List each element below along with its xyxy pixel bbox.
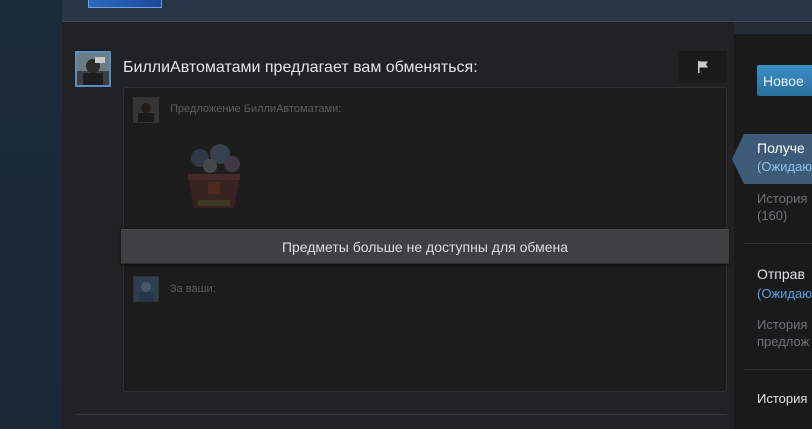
- items-unavailable-banner: Предметы больше не доступны для обмена: [121, 229, 729, 264]
- sent-offers-status: (Ожидаю: [757, 286, 812, 301]
- treasure-chest-icon: [188, 144, 240, 208]
- flag-icon: [698, 61, 708, 73]
- trade-history-link[interactable]: История: [757, 391, 812, 406]
- trade-item[interactable]: [170, 126, 258, 216]
- your-avatar: [133, 276, 159, 302]
- your-items-label: За ваши:: [170, 283, 216, 295]
- selected-tab-arrow: [732, 134, 744, 184]
- partner-avatar-image: [77, 53, 109, 85]
- sent-offers-title[interactable]: Отправ: [757, 266, 812, 282]
- sent-history-link[interactable]: История: [757, 317, 812, 332]
- their-avatar: [133, 97, 159, 123]
- received-offers-title[interactable]: Получе: [757, 140, 812, 156]
- divider: [75, 414, 727, 415]
- received-offers-status: (Ожидаю: [757, 159, 812, 174]
- items-unavailable-text: Предметы больше не доступны для обмена: [281, 238, 569, 255]
- sidebar-divider: [744, 369, 812, 370]
- header-logo[interactable]: [88, 0, 162, 8]
- header-bar: [62, 0, 812, 22]
- sidebar-divider: [744, 243, 812, 244]
- partner-avatar[interactable]: [75, 51, 111, 87]
- report-button[interactable]: [679, 51, 727, 83]
- their-avatar-image: [134, 98, 158, 122]
- your-avatar-image: [134, 277, 158, 301]
- page-background: [0, 0, 62, 429]
- new-offer-button[interactable]: Новое: [757, 65, 812, 96]
- sidebar-top: [734, 22, 812, 34]
- their-items-label: Предложение БиллиАвтоматами:: [170, 103, 342, 115]
- received-history-link[interactable]: История: [757, 191, 812, 206]
- sent-history-label: предлож: [757, 334, 810, 349]
- offer-title: БиллиАвтоматами предлагает вам обменятьс…: [123, 59, 478, 76]
- received-history-count: (160): [757, 208, 788, 223]
